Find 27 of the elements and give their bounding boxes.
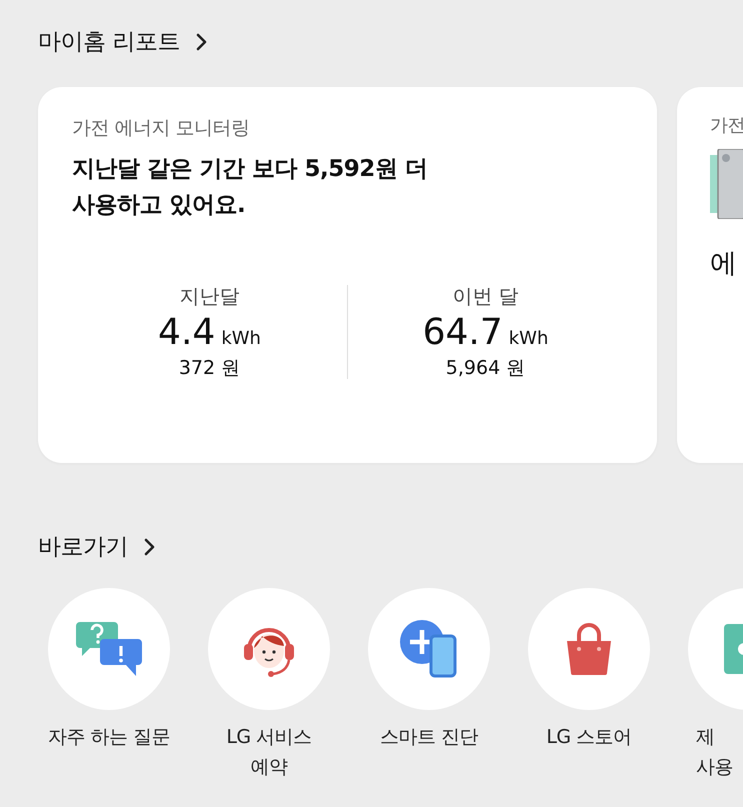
- section-header-link[interactable]: 마이홈 리포트: [38, 26, 208, 57]
- cost-value: 372 원: [178, 356, 240, 381]
- chat-bubbles-icon: [76, 622, 142, 676]
- cost-value: 5,964 원: [446, 356, 526, 381]
- shopping-bag-icon: [565, 623, 613, 675]
- shortcut-label[interactable]: 스마트 진단: [380, 722, 478, 752]
- usage-value: 64.7: [422, 312, 503, 353]
- stat-label: 이번 달: [452, 283, 519, 310]
- chevron-right-icon: [144, 538, 156, 556]
- energy-card[interactable]: 가전 에너지 모니터링 지난달 같은 기간 보다 5,592원 더 사용하고 있어요. 지난달 4.4 kWh 372 원 이번 달 64.7 kWh 5,964 원: [38, 87, 657, 463]
- shortcut-label[interactable]: LG 스토어: [546, 722, 632, 752]
- stat-label: 지난달: [180, 283, 240, 310]
- card-title: 가전: [710, 114, 743, 137]
- usage-unit: kWh: [508, 328, 548, 349]
- card-title: 가전 에너지 모니터링: [72, 116, 250, 141]
- appliance-card[interactable]: 가전 에: [677, 87, 743, 463]
- appliance-icon: [710, 149, 743, 219]
- shortcut-label[interactable]: LG 서비스 예약: [226, 722, 312, 782]
- usage-value: 4.4: [158, 312, 216, 353]
- plus-phone-icon: [400, 620, 458, 678]
- chevron-right-icon: [196, 32, 208, 50]
- shortcut-label[interactable]: 제 사용: [696, 722, 733, 782]
- card-headline: 지난달 같은 기간 보다 5,592원 더 사용하고 있어요.: [72, 155, 428, 220]
- usage-unit: kWh: [221, 328, 261, 349]
- card-headline: 에: [710, 247, 737, 281]
- shortcut-label[interactable]: 자주 하는 질문: [48, 722, 170, 752]
- section-header-link[interactable]: 바로가기: [38, 531, 156, 562]
